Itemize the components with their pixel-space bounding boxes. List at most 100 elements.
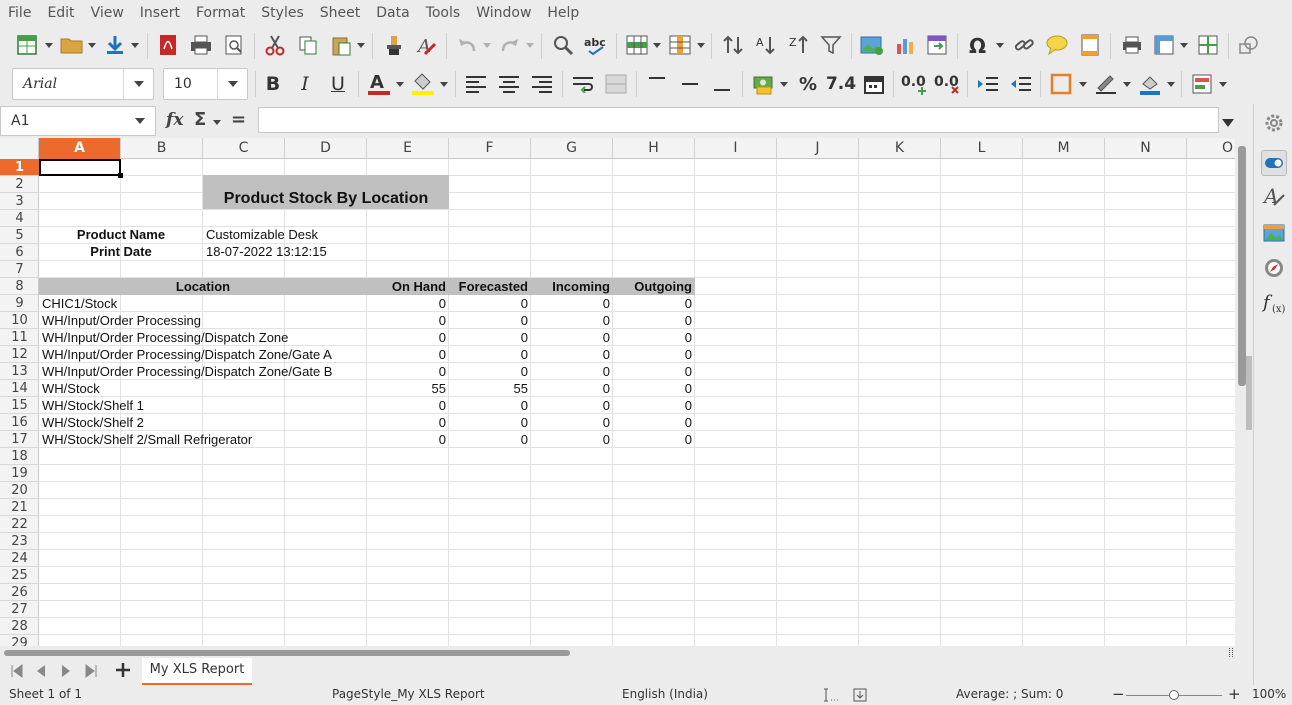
conditional-format-dropdown-icon[interactable] <box>1219 69 1227 99</box>
location-cell[interactable]: WH/Input/Order Processing/Dispatch Zone/… <box>42 347 367 363</box>
column-header-h[interactable]: H <box>613 138 695 159</box>
row-header-2[interactable]: 2 <box>0 176 39 193</box>
incoming-cell[interactable]: 0 <box>531 381 613 397</box>
horizontal-scrollbar[interactable] <box>0 646 1253 658</box>
zoom-slider-knob[interactable] <box>1169 690 1179 700</box>
column-header-f[interactable]: F <box>449 138 531 159</box>
save-icon[interactable] <box>100 30 130 60</box>
incoming-cell[interactable]: 0 <box>531 432 613 448</box>
row-header-26[interactable]: 26 <box>0 584 39 601</box>
outgoing-cell[interactable]: 0 <box>613 415 695 431</box>
decrease-indent-icon[interactable] <box>1006 69 1036 99</box>
sidebar-styles-icon[interactable]: A <box>1261 184 1287 210</box>
forecasted-cell[interactable]: 0 <box>449 415 531 431</box>
column-header-g[interactable]: G <box>531 138 613 159</box>
cell-area[interactable]: Product Stock By Location Product Name C… <box>39 159 1235 646</box>
row-header-20[interactable]: 20 <box>0 482 39 499</box>
incoming-cell[interactable]: 0 <box>531 415 613 431</box>
on-hand-cell[interactable]: 0 <box>367 347 449 363</box>
date-format-icon[interactable] <box>859 69 889 99</box>
location-cell[interactable]: WH/Stock <box>42 381 367 397</box>
autofilter-icon[interactable] <box>816 30 846 60</box>
row-header-12[interactable]: 12 <box>0 346 39 363</box>
outgoing-cell[interactable]: 0 <box>613 296 695 312</box>
row-header-4[interactable]: 4 <box>0 210 39 227</box>
spreadsheet-grid[interactable]: ABCDEFGHIJKLMNO 1 2 3 4 5 6 7 8 9 10 11 12 13 14 15 16 1… <box>0 138 1235 646</box>
on-hand-cell[interactable]: 0 <box>367 398 449 414</box>
menu-help[interactable]: Help <box>539 0 587 27</box>
row-header-24[interactable]: 24 <box>0 550 39 567</box>
paste-icon[interactable] <box>326 30 356 60</box>
column-dropdown-icon[interactable] <box>697 30 705 60</box>
background-color-dropdown-icon[interactable] <box>440 69 448 99</box>
previous-sheet-icon[interactable] <box>35 664 47 682</box>
border-color-icon[interactable] <box>1135 69 1165 99</box>
on-hand-cell[interactable]: 0 <box>367 330 449 346</box>
row-header-22[interactable]: 22 <box>0 516 39 533</box>
first-sheet-icon[interactable] <box>10 664 24 682</box>
save-dropdown-icon[interactable] <box>131 30 139 60</box>
name-box[interactable]: A1 <box>0 106 156 136</box>
delete-decimal-icon[interactable]: 0.0 <box>932 69 962 99</box>
column-header-b[interactable]: B <box>121 138 203 159</box>
next-sheet-icon[interactable] <box>60 664 72 682</box>
location-cell[interactable]: WH/Stock/Shelf 2/Small Refrigerator <box>42 432 367 448</box>
vertical-scroll-thumb[interactable] <box>1238 146 1246 386</box>
location-cell[interactable]: CHIC1/Stock <box>42 296 367 312</box>
sheet-tab-my-xls-report[interactable]: My XLS Report <box>142 658 252 685</box>
column-header-o[interactable]: O <box>1187 138 1235 159</box>
sort-ascending-icon[interactable]: A <box>751 30 781 60</box>
headers-footers-icon[interactable] <box>1075 30 1105 60</box>
column-header-l[interactable]: L <box>941 138 1023 159</box>
undo-dropdown-icon[interactable] <box>483 30 491 60</box>
column-header-e[interactable]: E <box>367 138 449 159</box>
on-hand-cell[interactable]: 0 <box>367 415 449 431</box>
incoming-cell[interactable]: 0 <box>531 347 613 363</box>
on-hand-cell[interactable]: 0 <box>367 313 449 329</box>
number-format-button[interactable]: 7.4 <box>826 69 856 99</box>
row-header-5[interactable]: 5 <box>0 227 39 244</box>
special-character-dropdown-icon[interactable] <box>996 30 1004 60</box>
row-header-23[interactable]: 23 <box>0 533 39 550</box>
cut-icon[interactable] <box>260 30 290 60</box>
row-header-13[interactable]: 13 <box>0 363 39 380</box>
define-print-area-icon[interactable] <box>1117 30 1147 60</box>
undo-icon[interactable] <box>452 30 482 60</box>
row-header-28[interactable]: 28 <box>0 618 39 635</box>
align-right-icon[interactable] <box>527 69 557 99</box>
sort-descending-icon[interactable]: Z <box>784 30 814 60</box>
row-header-17[interactable]: 17 <box>0 431 39 448</box>
forecasted-cell[interactable]: 0 <box>449 313 531 329</box>
currency-format-icon[interactable] <box>748 69 778 99</box>
document-modified-icon[interactable] <box>853 688 867 705</box>
menu-styles[interactable]: Styles <box>253 0 311 27</box>
outgoing-cell[interactable]: 0 <box>613 347 695 363</box>
freeze-rows-columns-icon[interactable] <box>1149 30 1179 60</box>
menu-sheet[interactable]: Sheet <box>312 0 368 27</box>
fill-handle[interactable] <box>118 173 123 178</box>
open-folder-icon[interactable] <box>57 30 87 60</box>
column-header-m[interactable]: M <box>1023 138 1105 159</box>
last-sheet-icon[interactable] <box>84 664 98 682</box>
page-style[interactable]: PageStyle_My XLS Report <box>332 687 485 701</box>
location-cell[interactable]: WH/Stock/Shelf 1 <box>42 398 367 414</box>
sidebar-properties-icon[interactable] <box>1261 150 1287 176</box>
increase-indent-icon[interactable] <box>973 69 1003 99</box>
font-size-dropdown-icon[interactable] <box>217 69 247 99</box>
forecasted-cell[interactable]: 0 <box>449 296 531 312</box>
outgoing-cell[interactable]: 0 <box>613 330 695 346</box>
copy-icon[interactable] <box>293 30 323 60</box>
zoom-in-icon[interactable]: + <box>1228 685 1241 703</box>
row-header-14[interactable]: 14 <box>0 380 39 397</box>
zoom-out-icon[interactable]: − <box>1112 685 1125 703</box>
find-replace-icon[interactable] <box>548 30 578 60</box>
incoming-cell[interactable]: 0 <box>531 398 613 414</box>
forecasted-cell[interactable]: 0 <box>449 398 531 414</box>
name-box-dropdown-icon[interactable] <box>125 107 155 135</box>
forecasted-cell[interactable]: 0 <box>449 330 531 346</box>
outgoing-cell[interactable]: 0 <box>613 432 695 448</box>
spelling-icon[interactable]: abc <box>581 30 611 60</box>
align-top-icon[interactable] <box>642 69 672 99</box>
row-header-1[interactable]: 1 <box>0 159 39 176</box>
row-header-7[interactable]: 7 <box>0 261 39 278</box>
